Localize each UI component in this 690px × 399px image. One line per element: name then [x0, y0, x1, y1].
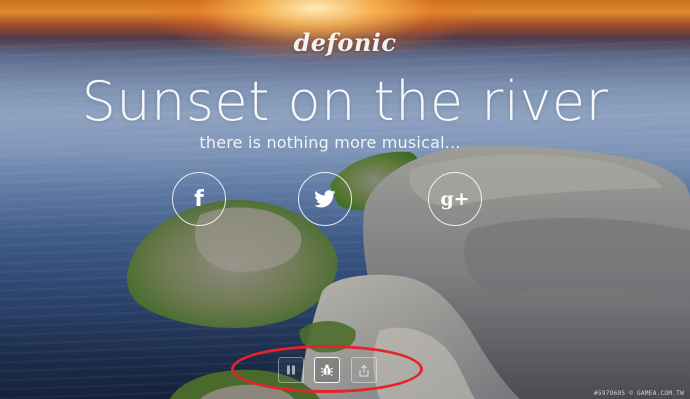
bug-button[interactable]: [314, 357, 340, 383]
twitter-icon: [314, 190, 336, 208]
share-button[interactable]: [351, 357, 377, 383]
share-icon: [359, 364, 369, 377]
facebook-button[interactable]: f: [172, 172, 226, 226]
watermark-text: #5979605 © GAMEA.COM.TW: [594, 390, 684, 397]
facebook-icon: f: [194, 186, 204, 212]
pause-icon: [287, 365, 295, 375]
pause-button[interactable]: [278, 357, 304, 383]
bug-icon: [320, 364, 334, 377]
hero-subtitle: there is nothing more musical...: [199, 133, 461, 152]
google-plus-button[interactable]: g+: [428, 172, 482, 226]
google-plus-icon: g+: [440, 188, 470, 210]
page: defonic Sunset on the river there is not…: [0, 0, 690, 399]
twitter-button[interactable]: [298, 172, 352, 226]
hero-title: Sunset on the river: [81, 70, 609, 133]
brand-logo[interactable]: defonic: [0, 28, 690, 57]
